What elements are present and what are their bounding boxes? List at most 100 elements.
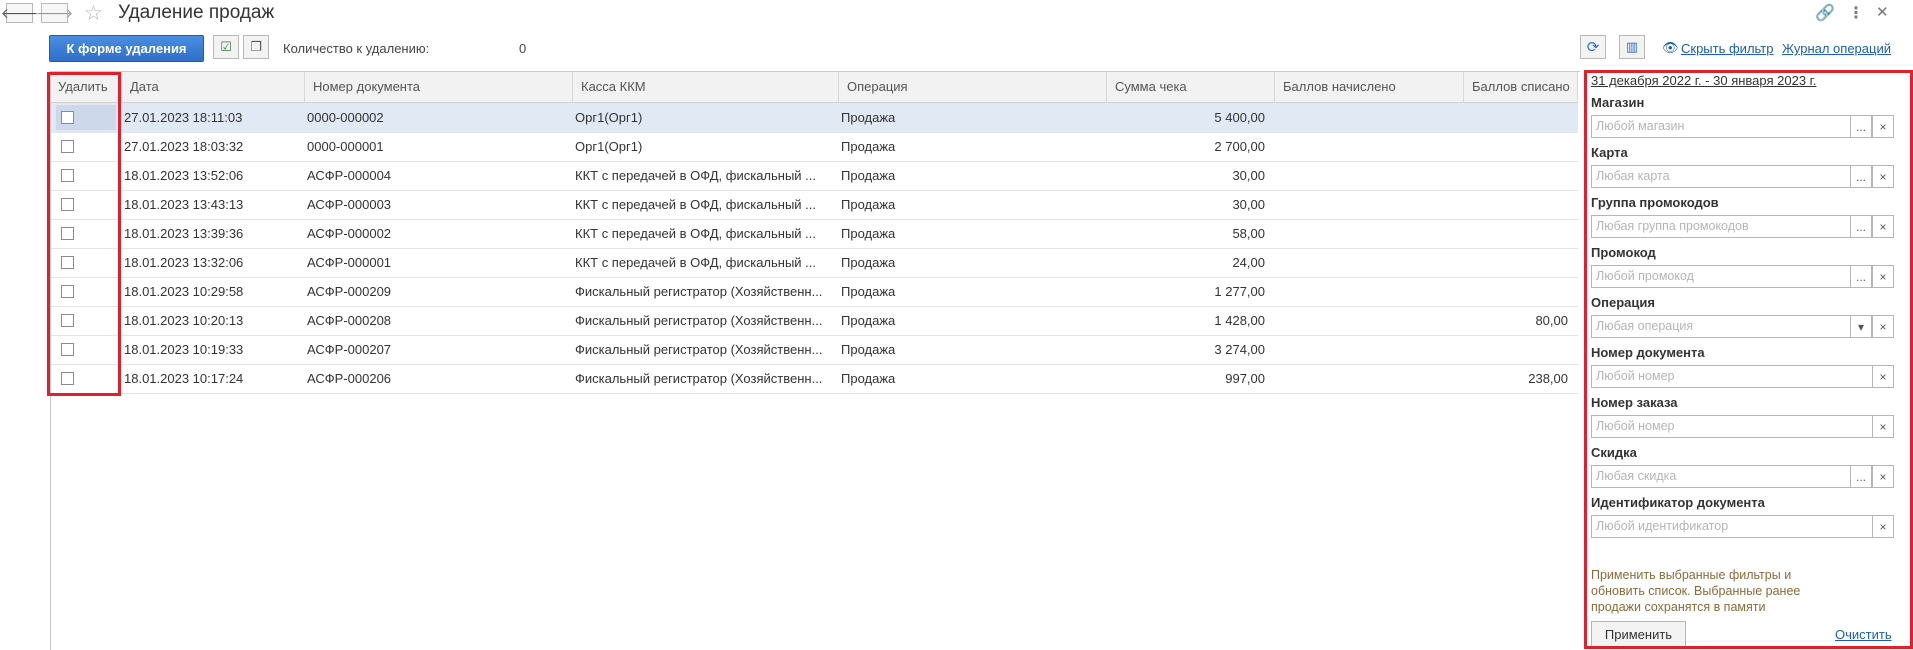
cell-kkm: ККТ с передачей в ОФД, фискальный ...	[575, 197, 817, 212]
cell-accrued	[1275, 335, 1454, 364]
cell-kkm: Фискальный регистратор (Хозяйственн...	[575, 284, 823, 299]
column-header[interactable]: Удалить	[51, 72, 122, 102]
cell-op: Продажа	[841, 342, 896, 357]
cell-op: Продажа	[841, 197, 896, 212]
cell-spent	[1464, 103, 1568, 132]
hide-filter-link[interactable]: Скрыть фильтр	[1681, 41, 1773, 56]
cell-kkm: Фискальный регистратор (Хозяйственн...	[575, 313, 823, 328]
to-delete-form-button[interactable]: К форме удаления	[49, 35, 204, 62]
copy-icon: ❐	[250, 39, 262, 54]
check-all-button[interactable]: ☑	[213, 35, 239, 59]
cell-sum: 1 277,00	[1214, 284, 1265, 299]
cell-sum: 997,00	[1225, 371, 1265, 386]
cell-doc: АСФР-000003	[307, 197, 392, 212]
star-icon[interactable]: ☆	[84, 1, 103, 26]
cell-kkm: ККТ с передачей в ОФД, фискальный ...	[575, 168, 817, 183]
dropdown-button[interactable]: ▾	[1850, 315, 1872, 338]
delete-checkbox[interactable]	[61, 372, 74, 385]
cell-accrued	[1275, 277, 1454, 306]
link-icon[interactable]: 🔗	[1815, 3, 1835, 23]
select-button[interactable]: ...	[1850, 165, 1872, 188]
column-header[interactable]: Номер документа	[305, 72, 573, 102]
close-icon[interactable]: ✕	[1876, 3, 1889, 21]
delete-checkbox[interactable]	[61, 343, 74, 356]
arrow-right-icon: 🡒	[35, 5, 74, 21]
apply-button[interactable]: Применить	[1591, 621, 1686, 647]
filter-input[interactable]: Любая скидка	[1591, 465, 1851, 488]
column-header[interactable]: Дата	[122, 72, 305, 102]
delete-checkbox[interactable]	[61, 256, 74, 269]
clear-field-button[interactable]: ×	[1872, 165, 1894, 188]
column-header[interactable]: Касса ККМ	[573, 72, 839, 102]
clear-link[interactable]: Очистить	[1835, 627, 1892, 642]
cell-spent	[1464, 248, 1568, 277]
delete-checkbox[interactable]	[61, 314, 74, 327]
clear-field-button[interactable]: ×	[1872, 515, 1894, 538]
delete-checkbox[interactable]	[61, 111, 74, 124]
cell-sum: 2 700,00	[1214, 139, 1265, 154]
column-header[interactable]: Сумма чека	[1107, 72, 1275, 102]
cell-accrued	[1275, 306, 1454, 335]
select-button[interactable]: ...	[1850, 115, 1872, 138]
cell-spent	[1464, 190, 1568, 219]
cell-date: 18.01.2023 13:32:06	[124, 255, 244, 270]
filter-input[interactable]: Любая карта	[1591, 165, 1851, 188]
cell-op: Продажа	[841, 371, 896, 386]
operations-log-link[interactable]: Журнал операций	[1782, 41, 1891, 56]
clear-field-button[interactable]: ×	[1872, 115, 1894, 138]
cell-op: Продажа	[841, 284, 896, 299]
delete-checkbox[interactable]	[61, 285, 74, 298]
copy-button[interactable]: ❐	[243, 35, 269, 59]
cell-date: 18.01.2023 10:17:24	[124, 371, 244, 386]
cell-op: Продажа	[841, 110, 896, 125]
cell-date: 27.01.2023 18:03:32	[124, 139, 244, 154]
filter-label: Магазин	[1591, 95, 1645, 110]
filter-input[interactable]: Любой идентификатор	[1591, 515, 1873, 538]
column-header[interactable]: Баллов списано	[1464, 72, 1578, 102]
period-link[interactable]: 31 декабря 2022 г. - 30 января 2023 г.	[1591, 73, 1816, 88]
cell-op: Продажа	[841, 255, 896, 270]
clear-field-button[interactable]: ×	[1872, 265, 1894, 288]
cell-spent	[1464, 161, 1568, 190]
filter-input[interactable]: Любой номер	[1591, 415, 1873, 438]
clear-field-button[interactable]: ×	[1872, 315, 1894, 338]
delete-checkbox[interactable]	[61, 198, 74, 211]
filter-label: Номер заказа	[1591, 395, 1678, 410]
filter-input[interactable]: Любая группа промокодов	[1591, 215, 1851, 238]
delete-checkbox[interactable]	[61, 169, 74, 182]
cell-date: 18.01.2023 13:52:06	[124, 168, 244, 183]
filter-input[interactable]: Любой номер	[1591, 365, 1873, 388]
filter-input[interactable]: Любой промокод	[1591, 265, 1851, 288]
columns-button[interactable]: ▥	[1619, 35, 1645, 59]
select-button[interactable]: ...	[1850, 215, 1872, 238]
more-vertical-icon[interactable]: ⋮	[1848, 3, 1864, 23]
select-button[interactable]: ...	[1850, 465, 1872, 488]
cell-spent	[1464, 335, 1568, 364]
clear-field-button[interactable]: ×	[1872, 215, 1894, 238]
clear-field-button[interactable]: ×	[1872, 415, 1894, 438]
cell-doc: АСФР-000209	[307, 284, 392, 299]
cell-sum: 30,00	[1232, 168, 1265, 183]
cell-accrued	[1275, 103, 1454, 132]
cell-date: 18.01.2023 10:20:13	[124, 313, 244, 328]
column-header[interactable]: Операция	[839, 72, 1107, 102]
clear-field-button[interactable]: ×	[1872, 365, 1894, 388]
cell-op: Продажа	[841, 168, 896, 183]
forward-button[interactable]: 🡒	[36, 3, 73, 23]
filter-input[interactable]: Любая операция	[1591, 315, 1851, 338]
filter-input[interactable]: Любой магазин	[1591, 115, 1851, 138]
cell-doc: АСФР-000002	[307, 226, 392, 241]
cell-sum: 58,00	[1232, 226, 1265, 241]
select-button[interactable]: ...	[1850, 265, 1872, 288]
clear-field-button[interactable]: ×	[1872, 465, 1894, 488]
cell-kkm: Фискальный регистратор (Хозяйственн...	[575, 342, 823, 357]
delete-checkbox[interactable]	[61, 227, 74, 240]
filter-label: Номер документа	[1591, 345, 1705, 360]
delete-checkbox[interactable]	[61, 140, 74, 153]
cell-spent	[1464, 219, 1568, 248]
refresh-button[interactable]: ⟳	[1580, 35, 1606, 59]
filter-hint: Применить выбранные фильтры и обновить с…	[1591, 568, 1801, 614]
column-header[interactable]: Баллов начислено	[1275, 72, 1464, 102]
back-button[interactable]: 🡐	[1, 3, 38, 23]
cell-op: Продажа	[841, 226, 896, 241]
